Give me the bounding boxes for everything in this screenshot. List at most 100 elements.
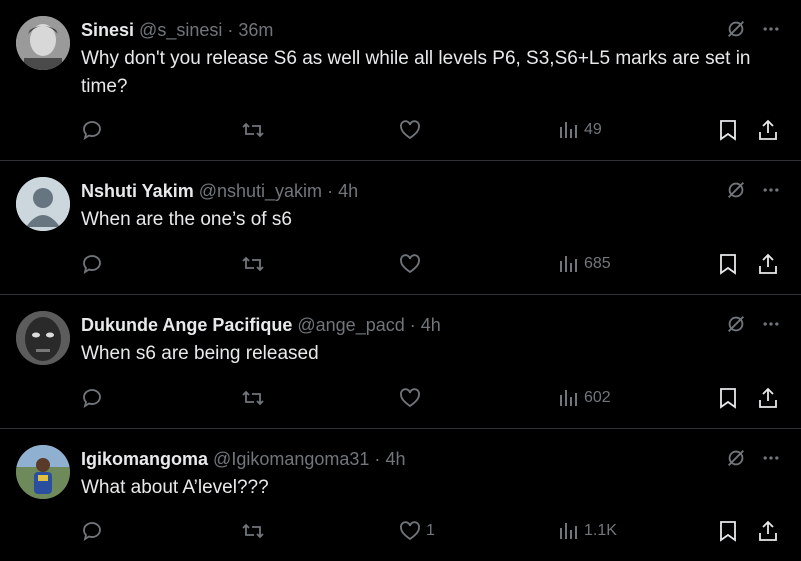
bookmark-button[interactable] [717,384,739,412]
retweet-icon [240,519,266,543]
bookmark-icon [717,118,739,142]
like-count: 1 [426,522,435,539]
share-icon [757,252,779,276]
author-name[interactable]: Igikomangoma [81,449,208,469]
share-icon [757,118,779,142]
like-button[interactable] [398,384,426,412]
like-button[interactable] [398,250,426,278]
grok-slash-icon[interactable] [725,313,747,335]
views-icon [558,119,580,141]
more-icon[interactable] [761,180,781,200]
reply-button[interactable] [80,517,104,545]
reply-item[interactable]: Sinesi @s_sinesi · 36m Why don't you rel… [0,0,801,161]
views-button[interactable]: 49 [558,116,602,144]
share-button[interactable] [757,384,779,412]
bookmark-icon [717,386,739,410]
author-name[interactable]: Dukunde Ange Pacifique [81,315,292,335]
bookmark-button[interactable] [717,116,739,144]
reply-text: Why don't you release S6 as well while a… [81,48,751,97]
views-count: 602 [584,389,611,406]
views-icon [558,520,580,542]
more-icon[interactable] [761,314,781,334]
reply-item[interactable]: Nshuti Yakim @nshuti_yakim · 4h When are… [0,161,801,295]
views-icon [558,253,580,275]
retweet-button[interactable] [240,116,266,144]
like-icon [398,118,422,142]
share-icon [757,519,779,543]
retweet-button[interactable] [240,250,266,278]
retweet-icon [240,118,266,142]
reply-button[interactable] [80,116,104,144]
separator-dot: · [409,315,416,335]
views-button[interactable]: 602 [558,384,611,412]
separator-dot: · [327,181,334,201]
like-button[interactable]: 1 [398,517,435,545]
author-handle[interactable]: @s_sinesi [139,20,222,40]
grok-slash-icon[interactable] [725,179,747,201]
reply-text: What about A’level??? [81,477,269,498]
separator-dot: · [374,449,381,469]
author-handle[interactable]: @ange_pacd [297,315,404,335]
bookmark-button[interactable] [717,250,739,278]
more-icon[interactable] [761,19,781,39]
reply-header: Sinesi @s_sinesi · 36m [81,18,273,42]
reply-item[interactable]: Dukunde Ange Pacifique @ange_pacd · 4h W… [0,295,801,429]
like-icon [398,386,422,410]
reply-top-icons [725,313,781,335]
bookmark-button[interactable] [717,517,739,545]
author-handle[interactable]: @nshuti_yakim [199,181,322,201]
action-bar: 1 1.1K [80,517,780,545]
reply-button[interactable] [80,250,104,278]
author-handle[interactable]: @Igikomangoma31 [213,449,369,469]
grok-slash-icon[interactable] [725,18,747,40]
timestamp[interactable]: 4h [338,181,358,201]
reply-top-icons [725,18,781,40]
grok-slash-icon[interactable] [725,447,747,469]
like-icon [398,519,422,543]
reply-icon [80,386,104,410]
reply-button[interactable] [80,384,104,412]
retweet-icon [240,386,266,410]
views-icon [558,387,580,409]
avatar[interactable] [16,445,70,499]
avatar[interactable] [16,16,70,70]
timestamp[interactable]: 36m [238,20,273,40]
reply-icon [80,252,104,276]
avatar[interactable] [16,177,70,231]
share-button[interactable] [757,116,779,144]
author-name[interactable]: Sinesi [81,20,134,40]
reply-header: Igikomangoma @Igikomangoma31 · 4h [81,447,405,471]
separator-dot: · [227,20,234,40]
action-bar: 685 [80,250,780,278]
reply-icon [80,519,104,543]
timestamp[interactable]: 4h [385,449,405,469]
retweet-icon [240,252,266,276]
views-count: 685 [584,255,611,272]
timestamp[interactable]: 4h [421,315,441,335]
reply-icon [80,118,104,142]
share-button[interactable] [757,517,779,545]
bookmark-icon [717,519,739,543]
more-icon[interactable] [761,448,781,468]
action-bar: 602 [80,384,780,412]
share-icon [757,386,779,410]
avatar[interactable] [16,311,70,365]
replies-feed: Sinesi @s_sinesi · 36m Why don't you rel… [0,0,801,561]
views-button[interactable]: 685 [558,250,611,278]
reply-item[interactable]: Igikomangoma @Igikomangoma31 · 4h What a… [0,429,801,561]
reply-text: When are the one’s of s6 [81,209,292,230]
share-button[interactable] [757,250,779,278]
views-count: 49 [584,121,602,138]
retweet-button[interactable] [240,384,266,412]
bookmark-icon [717,252,739,276]
retweet-button[interactable] [240,517,266,545]
reply-header: Nshuti Yakim @nshuti_yakim · 4h [81,179,358,203]
reply-top-icons [725,447,781,469]
reply-top-icons [725,179,781,201]
author-name[interactable]: Nshuti Yakim [81,181,194,201]
action-bar: 49 [80,116,780,144]
views-count: 1.1K [584,522,617,539]
views-button[interactable]: 1.1K [558,517,617,545]
like-icon [398,252,422,276]
like-button[interactable] [398,116,426,144]
